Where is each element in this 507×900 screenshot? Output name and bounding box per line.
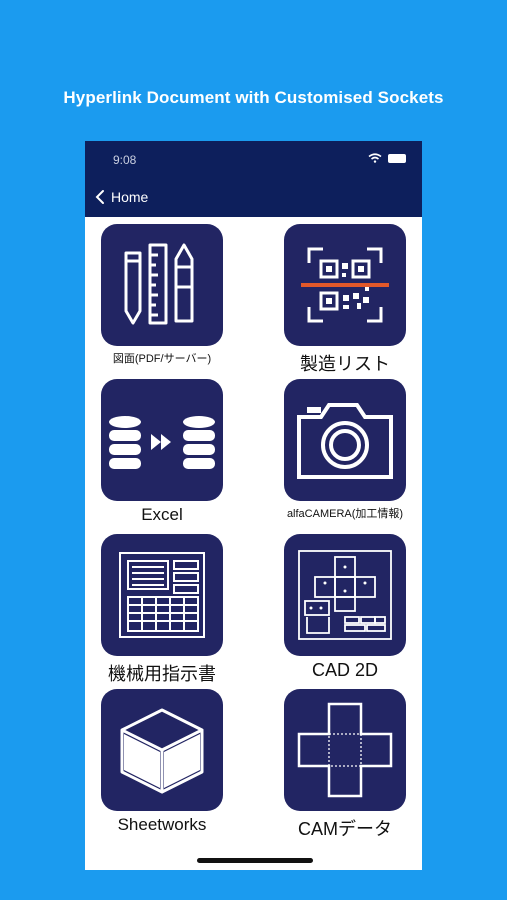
promo-headline: Hyperlink Document with Customised Socke… bbox=[63, 88, 444, 107]
camera-icon bbox=[284, 379, 406, 501]
cad-drawing-icon bbox=[284, 534, 406, 656]
tile-label: alfaCAMERA(加工情報) bbox=[286, 508, 404, 520]
unfolded-box-icon bbox=[284, 689, 406, 811]
tile-label: 図面(PDF/サーバー) bbox=[112, 353, 212, 365]
tile-label: Excel bbox=[141, 505, 183, 524]
tile-manufacturing-list[interactable]: 製造リスト bbox=[284, 224, 406, 376]
tile-sheetworks[interactable]: Sheetworks bbox=[101, 689, 223, 835]
tile-machine-instructions[interactable]: 機械用指示書 bbox=[101, 534, 223, 686]
database-transfer-icon bbox=[101, 379, 223, 501]
home-indicator[interactable] bbox=[197, 858, 313, 863]
tile-label: CAD 2D bbox=[311, 660, 378, 680]
tile-label: Sheetworks bbox=[117, 815, 207, 834]
tile-drawing-pdf[interactable]: 図面(PDF/サーバー) bbox=[101, 224, 223, 366]
chevron-left-icon bbox=[95, 190, 104, 204]
tile-excel[interactable]: Excel bbox=[101, 379, 223, 525]
cube-icon bbox=[101, 689, 223, 811]
tile-cam-data[interactable]: CAMデータ bbox=[284, 689, 406, 841]
tile-alfacamera[interactable]: alfaCAMERA(加工情報) bbox=[284, 379, 406, 521]
menu-grid: 図面(PDF/サーバー) 製造リスト Excel alfaCAMERA(加工情報… bbox=[85, 217, 422, 870]
navigation-bar: 9:08 Home bbox=[85, 141, 422, 217]
tile-label: CAMデータ bbox=[298, 819, 392, 839]
qr-scan-icon bbox=[284, 224, 406, 346]
back-label: Home bbox=[111, 189, 149, 205]
wifi-icon bbox=[368, 153, 382, 163]
back-button[interactable]: Home bbox=[95, 189, 148, 205]
tile-label: 機械用指示書 bbox=[108, 664, 216, 684]
status-icons bbox=[368, 153, 406, 163]
instruction-sheet-icon bbox=[101, 534, 223, 656]
drawing-tools-icon bbox=[101, 224, 223, 346]
tile-cad-2d[interactable]: CAD 2D bbox=[284, 534, 406, 681]
phone-screen: 9:08 Home 図面(PDF/サーバー) 製造リスト Excel alfaC… bbox=[85, 141, 422, 870]
battery-icon bbox=[388, 153, 406, 163]
status-time: 9:08 bbox=[113, 153, 137, 167]
tile-label: 製造リスト bbox=[300, 354, 390, 374]
